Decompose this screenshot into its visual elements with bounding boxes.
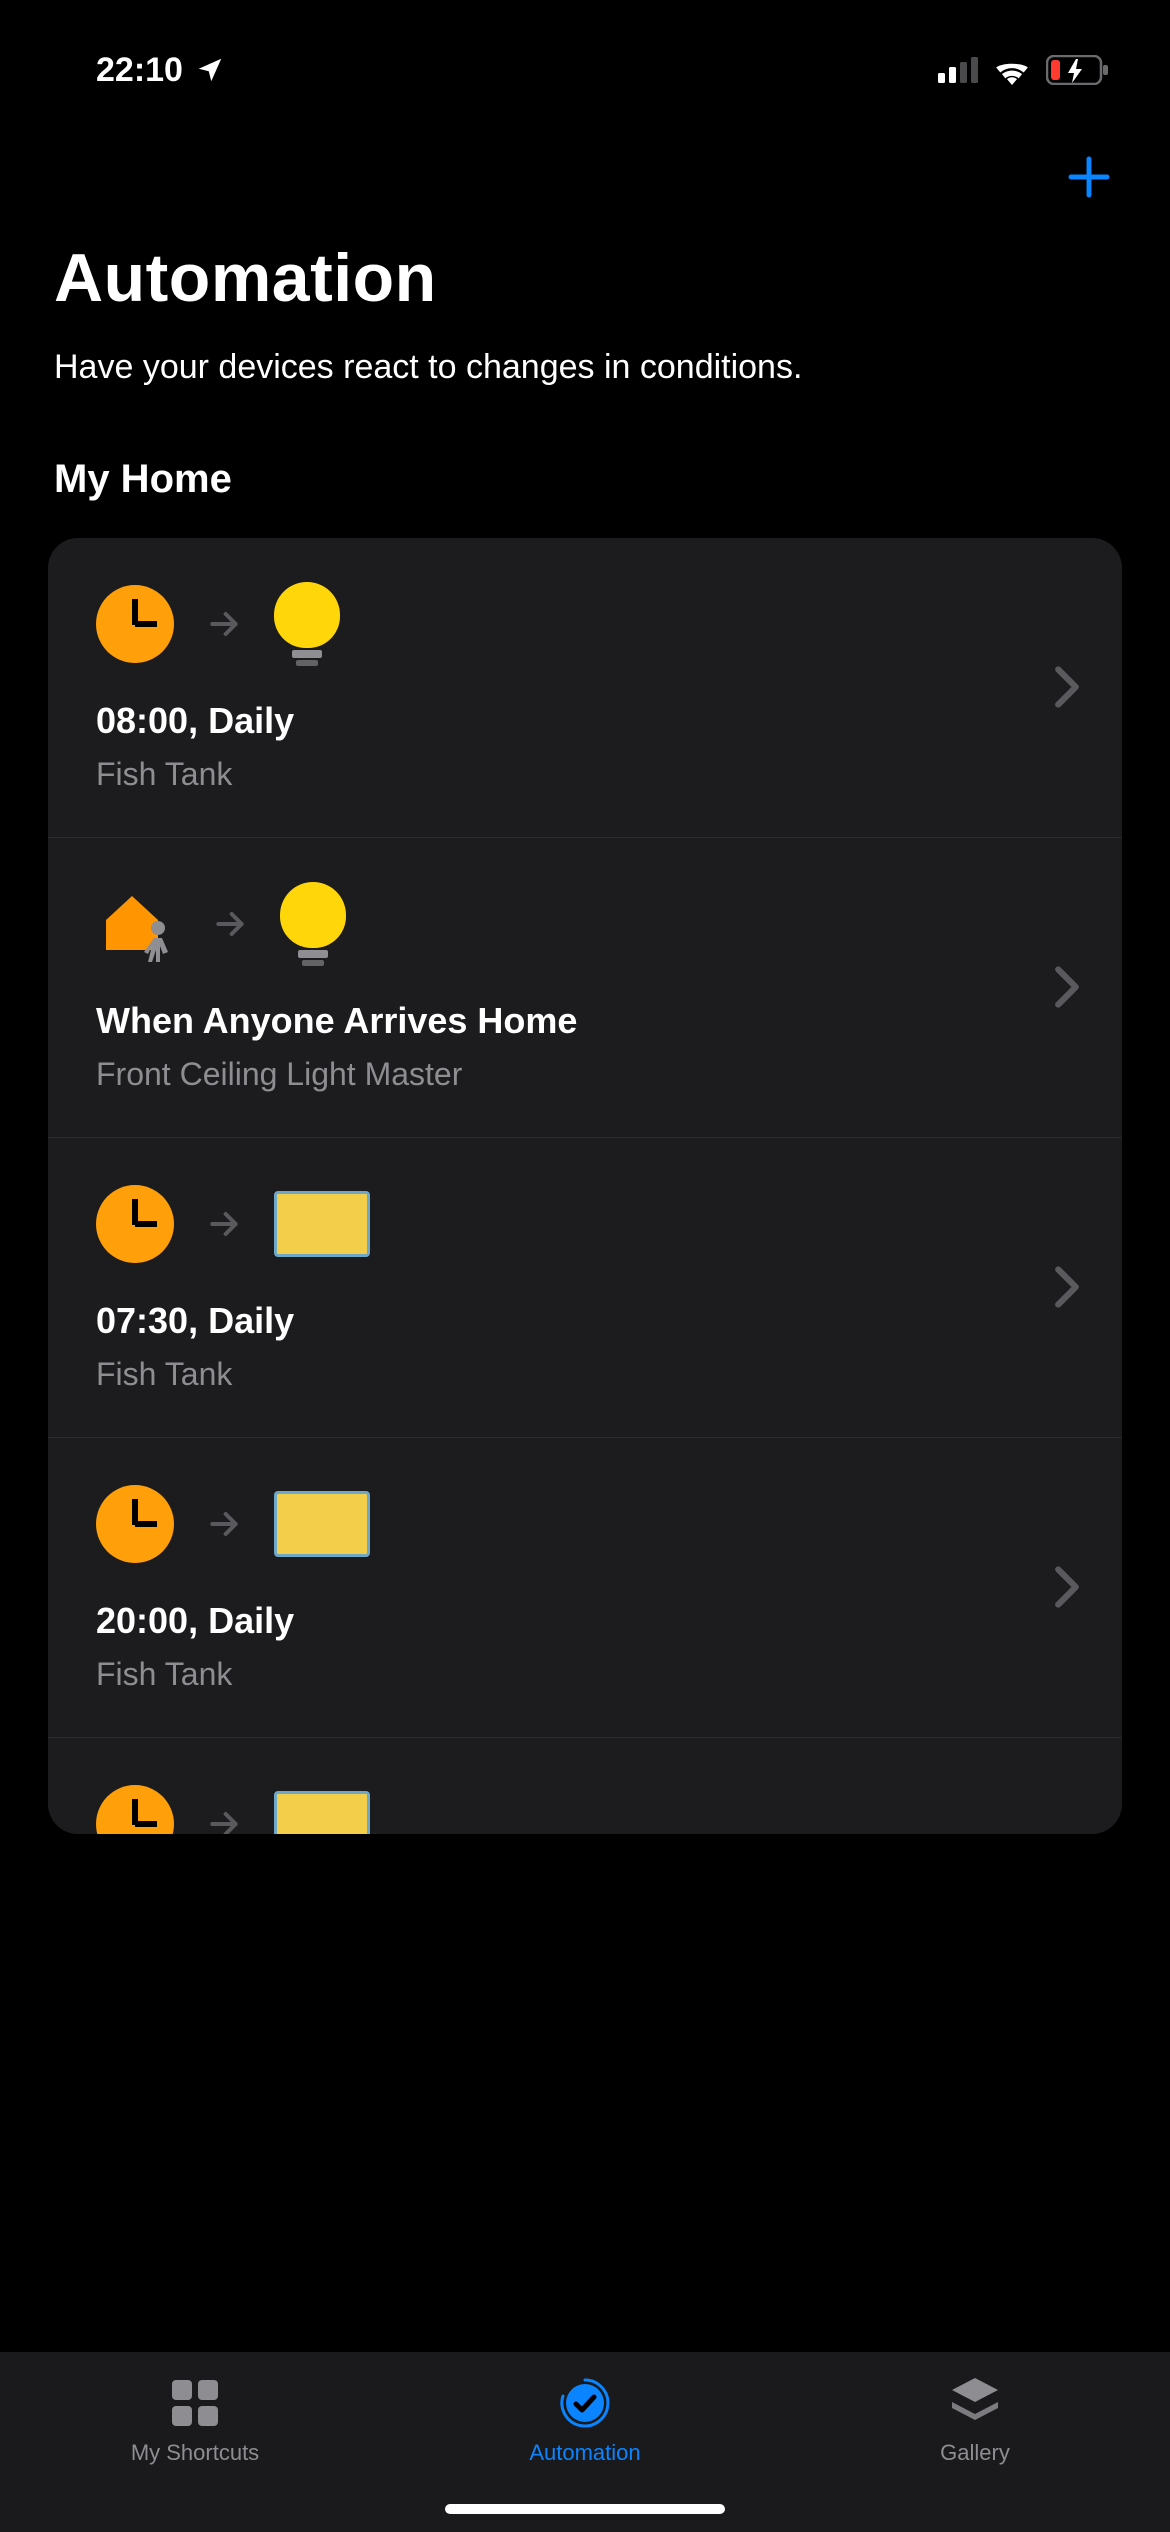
arrow-right-icon — [204, 1804, 244, 1834]
automation-subtitle: Fish Tank — [96, 1356, 1074, 1393]
cellular-icon — [938, 57, 978, 83]
home-indicator[interactable] — [445, 2504, 725, 2514]
tab-bar: My Shortcuts Automation Gallery — [0, 2352, 1170, 2532]
header: Automation Have your devices react to ch… — [0, 229, 1170, 502]
automation-subtitle: Front Ceiling Light Master — [96, 1056, 1074, 1093]
automation-icons — [96, 1774, 1074, 1834]
nav-bar — [0, 110, 1170, 229]
tab-label: Automation — [529, 2440, 640, 2466]
automation-title: When Anyone Arrives Home — [96, 1000, 1074, 1042]
section-title: My Home — [54, 457, 1116, 502]
status-time: 22:10 — [96, 51, 183, 90]
automation-title: 20:00, Daily — [96, 1600, 1074, 1642]
add-button[interactable] — [1062, 150, 1116, 209]
automation-icons — [96, 1474, 1074, 1574]
automation-row[interactable]: 08:00, Daily Fish Tank — [48, 538, 1122, 837]
tab-shortcuts[interactable]: My Shortcuts — [0, 2352, 390, 2532]
arrow-right-icon — [204, 1204, 244, 1244]
status-left: 22:10 — [96, 51, 225, 90]
plus-icon — [1062, 150, 1116, 204]
gallery-icon — [946, 2376, 1004, 2430]
battery-icon — [1046, 55, 1110, 85]
tab-gallery[interactable]: Gallery — [780, 2352, 1170, 2532]
location-icon — [195, 55, 225, 85]
automation-icons — [96, 1174, 1074, 1274]
status-right — [938, 55, 1110, 85]
wifi-icon — [992, 55, 1032, 85]
clock-icon — [96, 1185, 174, 1263]
tank-icon — [274, 1491, 370, 1557]
automation-icons — [96, 574, 1074, 674]
clock-icon — [96, 1785, 174, 1834]
arrow-right-icon — [204, 1504, 244, 1544]
tab-label: Gallery — [940, 2440, 1010, 2466]
bulb-icon — [274, 582, 340, 666]
home-arrive-icon — [96, 882, 180, 966]
status-bar: 22:10 — [0, 0, 1170, 110]
automation-row[interactable]: 20:00, Daily Fish Tank — [48, 1437, 1122, 1737]
chevron-right-icon — [1052, 665, 1082, 709]
bulb-icon — [280, 882, 346, 966]
automation-title: 07:30, Daily — [96, 1300, 1074, 1342]
tab-label: My Shortcuts — [131, 2440, 259, 2466]
automation-icons — [96, 874, 1074, 974]
page-subtitle: Have your devices react to changes in co… — [54, 345, 1116, 391]
shortcuts-icon — [168, 2376, 222, 2430]
chevron-right-icon — [1052, 1565, 1082, 1609]
chevron-right-icon — [1052, 1265, 1082, 1309]
automation-title: 08:00, Daily — [96, 700, 1074, 742]
automation-subtitle: Fish Tank — [96, 1656, 1074, 1693]
tank-icon — [274, 1791, 370, 1834]
clock-icon — [96, 585, 174, 663]
automation-list: 08:00, Daily Fish Tank When Anyone Arriv… — [48, 538, 1122, 1834]
arrow-right-icon — [204, 604, 244, 644]
automation-row[interactable]: 07:30, Daily Fish Tank — [48, 1137, 1122, 1437]
clock-icon — [96, 1485, 174, 1563]
automation-icon — [556, 2376, 614, 2430]
page-title: Automation — [54, 239, 1116, 317]
tank-icon — [274, 1191, 370, 1257]
automation-row[interactable]: When Anyone Arrives Home Front Ceiling L… — [48, 837, 1122, 1137]
automation-row[interactable] — [48, 1737, 1122, 1834]
chevron-right-icon — [1052, 965, 1082, 1009]
arrow-right-icon — [210, 904, 250, 944]
automation-subtitle: Fish Tank — [96, 756, 1074, 793]
